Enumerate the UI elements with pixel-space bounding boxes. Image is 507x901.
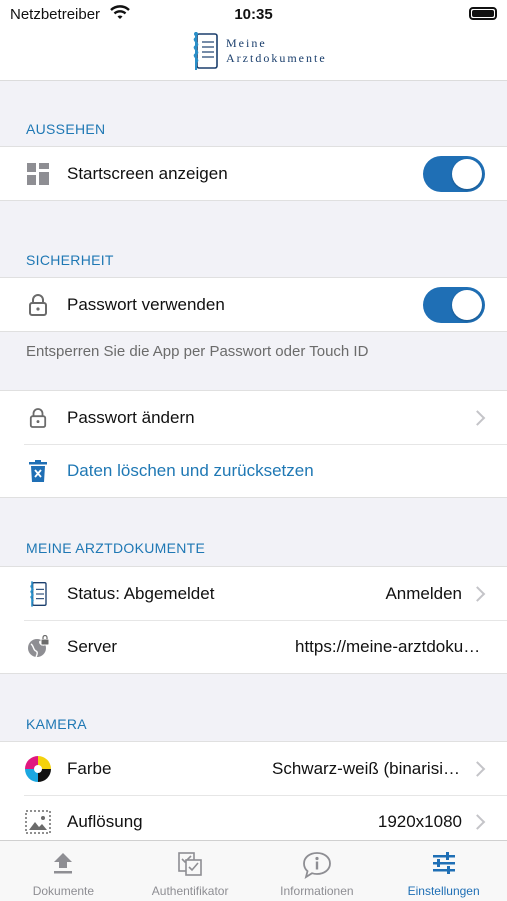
tab-authentifikator[interactable]: Authentifikator <box>127 841 254 901</box>
row-passwort-verwenden: Passwort verwenden <box>0 278 507 331</box>
passwort-verwenden-label: Passwort verwenden <box>67 294 225 314</box>
status-label: Status: Abgemeldet <box>67 583 215 603</box>
caduceus-document-icon <box>193 32 218 70</box>
server-label: Server <box>67 636 118 656</box>
anmelden-value: Anmelden <box>385 583 462 603</box>
passwort-note: Entsperren Sie die App per Passwort oder… <box>26 343 369 360</box>
row-startscreen: Startscreen anzeigen <box>0 147 507 200</box>
section-header-kamera: KAMERA <box>26 716 87 732</box>
upload-icon <box>52 851 74 880</box>
startscreen-label: Startscreen anzeigen <box>67 163 228 183</box>
group-meine-arztdokumente: Status: Abgemeldet Anmelden Server https… <box>0 566 507 674</box>
farbe-value: Schwarz-weiß (binarisiert) <box>272 758 462 778</box>
section-header-meine-arztdokumente: MEINE ARZTDOKUMENTE <box>26 540 206 556</box>
info-icon <box>302 851 332 884</box>
tab-dokumente[interactable]: Dokumente <box>0 841 127 901</box>
passwort-toggle[interactable] <box>423 286 485 323</box>
group-sicherheit-actions: Passwort ändern Daten löschen und zurück… <box>0 390 507 498</box>
farbe-label: Farbe <box>67 758 112 778</box>
logo-line-2: Arztdokumente <box>226 51 327 65</box>
globe-lock-icon <box>24 633 52 661</box>
chevron-right-icon <box>469 813 486 830</box>
tab-label: Dokumente <box>32 884 95 898</box>
tab-label: Authentifikator <box>151 884 229 898</box>
server-url-value: https://meine-arztdokumente.de <box>295 636 485 656</box>
lock-icon <box>24 291 52 319</box>
clock: 10:35 <box>234 6 273 23</box>
aufloesung-label: Auflösung <box>67 811 143 831</box>
row-farbe[interactable]: Farbe Schwarz-weiß (binarisiert) <box>0 742 507 795</box>
battery-icon <box>469 7 497 20</box>
daten-loeschen-label: Daten löschen und zurücksetzen <box>67 460 314 480</box>
group-aussehen: Startscreen anzeigen <box>0 146 507 201</box>
navigation-bar: Meine Arztdokumente <box>0 28 507 81</box>
section-header-aussehen: AUSSEHEN <box>26 121 106 137</box>
image-icon <box>24 808 52 836</box>
tab-label: Einstellungen <box>407 884 480 898</box>
aufloesung-value: 1920x1080 <box>377 811 462 831</box>
chevron-right-icon <box>469 760 486 777</box>
logo-wordmark: Meine Arztdokumente <box>226 36 327 66</box>
toggle-knob <box>452 289 482 320</box>
lock-icon <box>24 404 52 432</box>
startscreen-toggle[interactable] <box>423 155 485 192</box>
section-header-sicherheit: SICHERHEIT <box>26 252 114 268</box>
color-wheel-icon <box>24 755 52 783</box>
app-logo: Meine Arztdokumente <box>190 30 327 72</box>
document-logo-icon <box>24 580 52 608</box>
sliders-icon <box>432 851 456 880</box>
tab-informationen[interactable]: Informationen <box>254 841 381 901</box>
passwort-aendern-label: Passwort ändern <box>67 407 195 427</box>
status-bar: Netzbetreiber 10:35 <box>0 0 507 28</box>
row-server[interactable]: Server https://meine-arztdokumente.de <box>0 620 507 673</box>
chevron-right-icon <box>469 409 486 426</box>
toggle-knob <box>452 158 482 189</box>
chevron-right-icon <box>469 585 486 602</box>
group-kamera: Farbe Schwarz-weiß (binarisiert) Auflösu… <box>0 741 507 849</box>
authenticator-icon <box>177 851 203 882</box>
group-sicherheit-toggle: Passwort verwenden <box>0 277 507 332</box>
trash-icon <box>24 457 52 485</box>
row-daten-loeschen[interactable]: Daten löschen und zurücksetzen <box>0 444 507 497</box>
logo-line-1: Meine <box>226 36 267 50</box>
tab-einstellungen[interactable]: Einstellungen <box>380 841 507 901</box>
grid-icon <box>24 160 52 188</box>
tab-bar: Dokumente Authentifikator Informationen <box>0 840 507 901</box>
row-passwort-aendern[interactable]: Passwort ändern <box>0 391 507 444</box>
tab-label: Informationen <box>280 884 354 898</box>
row-status[interactable]: Status: Abgemeldet Anmelden <box>0 567 507 620</box>
